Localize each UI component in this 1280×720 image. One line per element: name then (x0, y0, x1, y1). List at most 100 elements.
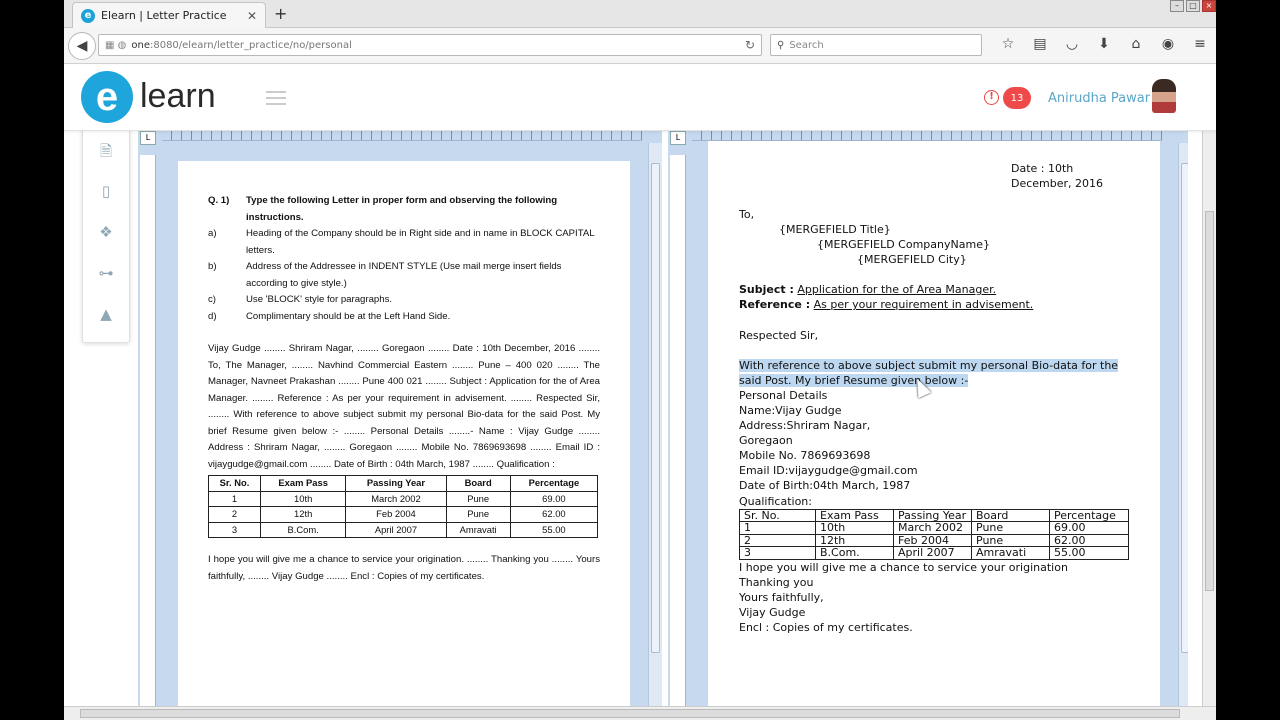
url-host: one (131, 39, 150, 51)
table-cell: 12th (815, 533, 894, 548)
table-cell: Amravati (445, 521, 511, 538)
user-name[interactable]: Anirudha Pawar (1048, 91, 1150, 106)
alert-icon[interactable]: ! (984, 90, 999, 105)
table-row: 2 12th Feb 2004 Pune 62.00 (208, 506, 599, 523)
app-header: e learn ! 13 Anirudha Pawar (64, 65, 1216, 131)
instruction-marker: b) (208, 261, 217, 272)
new-tab-button[interactable]: + (274, 4, 287, 23)
table-cell: 55.00 (509, 521, 599, 538)
left-pane-scrollbar[interactable] (648, 143, 662, 708)
ruler-tab-selector[interactable]: L (140, 131, 156, 145)
qualification-table: Sr. No. Exam Pass Passing Year Board Per… (739, 508, 1129, 560)
document-icon[interactable]: 🗎 (83, 141, 129, 165)
tab-close-icon[interactable]: ✕ (247, 9, 257, 23)
table-cell: 55.00 (1049, 546, 1129, 560)
search-input[interactable]: ⚲ Search (770, 34, 982, 56)
dropbox-icon[interactable]: ❖ (83, 223, 129, 247)
table-cell: April 2007 (893, 546, 972, 560)
elearn-logo-text: learn (140, 77, 216, 115)
ruler-tab-selector[interactable]: L (670, 131, 686, 145)
avatar[interactable] (1152, 79, 1176, 113)
hamburger-menu-icon[interactable] (266, 91, 286, 105)
instruction-text: Complimentary should be at the Left Hand… (246, 310, 451, 322)
answer-editor-pane[interactable]: L Date : 10th December, 2016 To, {MERGEF… (668, 131, 1188, 708)
vertical-ruler (670, 155, 686, 708)
instruction-d: d) Complimentary should be at the Left Ha… (208, 309, 600, 326)
table-cell: April 2007 (345, 521, 447, 538)
table-cell: 62.00 (509, 506, 599, 523)
table-header: Board (971, 508, 1050, 523)
answer-page[interactable]: Date : 10th December, 2016 To, {MERGEFIE… (708, 141, 1160, 708)
reference-text: As per your requirement in advisement. (813, 298, 1034, 312)
closing-line: I hope you will give me a chance to serv… (739, 560, 1068, 574)
date-line: Date : 10th (1011, 162, 1074, 175)
table-cell: 62.00 (1049, 533, 1129, 548)
selected-paragraph[interactable]: With reference to above subject submit m… (739, 358, 1119, 387)
table-header: Exam Pass (815, 508, 894, 523)
chat-icon[interactable]: ◉ (1152, 36, 1184, 52)
table-cell: 1 (208, 490, 261, 507)
notification-badge[interactable]: 13 (1003, 87, 1031, 109)
back-button[interactable]: ◀ (68, 32, 96, 60)
detail-line: Address:Shriram Nagar, (739, 419, 871, 433)
minimize-button[interactable]: – (1170, 0, 1184, 12)
detail-line: Goregaon (739, 434, 793, 448)
browser-window: e Elearn | Letter Practice ✕ + – □ × ◀ ▦… (64, 0, 1216, 720)
download-icon[interactable]: ⬇ (1088, 36, 1120, 52)
url-bar[interactable]: ▦ ◍ one:8080/elearn/letter_practice/no/p… (98, 34, 762, 56)
instruction-c: c) Use 'BLOCK' style for paragraphs. (208, 292, 600, 309)
question-title: Type the following Letter in proper form… (246, 195, 558, 223)
subject-line: Subject : Application for the of Area Ma… (739, 282, 1139, 297)
gamepad-icon[interactable]: ⊶ (83, 264, 129, 288)
menu-icon[interactable]: ≡ (1184, 36, 1216, 52)
qualification-table: Sr. No. Exam Pass Passing Year Board Per… (208, 475, 599, 538)
closing-line: Vijay Gudge (739, 605, 806, 619)
horizontal-ruler[interactable] (162, 131, 642, 141)
table-cell: 1 (739, 521, 816, 535)
home-icon[interactable]: ⌂ (1120, 36, 1152, 52)
instruction-b: b) Address of the Addressee in INDENT STY… (208, 259, 600, 292)
table-cell: March 2002 (345, 490, 447, 507)
page-vertical-scrollbar[interactable] (1202, 131, 1216, 706)
to-line: To, (739, 208, 755, 221)
maximize-button[interactable]: □ (1186, 0, 1200, 12)
table-cell: 69.00 (1049, 521, 1129, 535)
tab-elearn[interactable]: e Elearn | Letter Practice ✕ (72, 2, 266, 28)
horizontal-ruler[interactable] (692, 131, 1162, 141)
file-icon[interactable]: ▯ (83, 182, 129, 206)
url-path: :8080/elearn/letter_practice/no/personal (149, 39, 352, 51)
right-pane-scrollbar[interactable] (1178, 143, 1188, 708)
instruction-marker: c) (208, 294, 216, 305)
table-cell: Pune (445, 490, 511, 507)
letter-body-text: Vijay Gudge ........ Shriram Nagar, ....… (208, 343, 600, 470)
vertical-ruler (140, 155, 156, 708)
close-window-button[interactable]: × (1202, 0, 1216, 12)
page-info-icon[interactable]: ▦ ◍ (105, 40, 126, 51)
letter-date[interactable]: Date : 10th December, 2016 (1011, 161, 1131, 191)
favicon-icon: e (81, 8, 95, 23)
mergefield-title: {MERGEFIELD Title} (779, 223, 891, 237)
detail-line: Mobile No. 7869693698 (739, 449, 871, 463)
table-cell: 10th (815, 521, 894, 535)
table-row: 1 10th March 2002 Pune 69.00 (208, 490, 599, 507)
table-header: Exam Pass (259, 475, 347, 492)
pocket-icon[interactable]: ◡ (1056, 36, 1088, 52)
table-header: Board (445, 475, 511, 492)
graduation-cap-icon[interactable]: ▲ (83, 305, 129, 329)
reload-icon[interactable]: ↻ (745, 38, 755, 52)
table-row: 1 10th March 2002 Pune 69.00 (739, 521, 1129, 535)
detail-line: Date of Birth:04th March, 1987 (739, 479, 911, 493)
table-cell: Amravati (971, 546, 1050, 560)
bookmark-star-icon[interactable]: ☆ (992, 36, 1024, 52)
elearn-logo-mark[interactable]: e (81, 71, 133, 123)
tab-title: Elearn | Letter Practice (101, 9, 227, 22)
instruction-text: Use 'BLOCK' style for paragraphs. (246, 294, 393, 305)
table-cell: 2 (739, 533, 816, 548)
closing-line: Encl : Copies of my certificates. (739, 620, 913, 634)
page-horizontal-scrollbar[interactable] (64, 706, 1216, 720)
question-heading: Q. 1) Type the following Letter in prope… (208, 193, 600, 226)
closing-line: Yours faithfully, (739, 590, 824, 604)
table-header: Passing Year (893, 508, 972, 523)
table-cell: 3 (739, 546, 816, 560)
reading-list-icon[interactable]: ▤ (1024, 36, 1056, 52)
